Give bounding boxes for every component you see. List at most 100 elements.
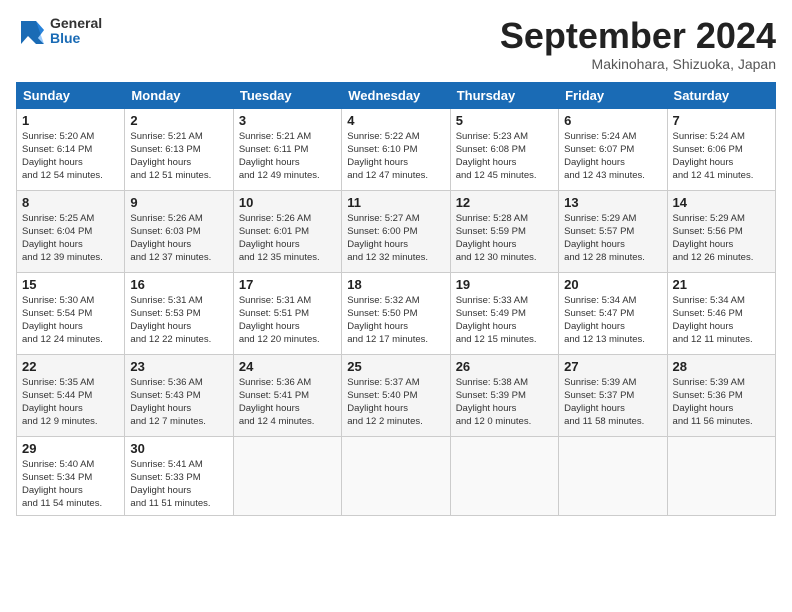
- col-thursday: Thursday: [450, 82, 558, 108]
- day-info: Sunrise: 5:31 AM Sunset: 5:53 PM Dayligh…: [130, 294, 227, 347]
- day-number: 12: [456, 195, 553, 210]
- calendar-cell: 20 Sunrise: 5:34 AM Sunset: 5:47 PM Dayl…: [559, 272, 667, 354]
- col-sunday: Sunday: [17, 82, 125, 108]
- calendar-cell: 24 Sunrise: 5:36 AM Sunset: 5:41 PM Dayl…: [233, 354, 341, 436]
- logo-general-text: General: [50, 16, 102, 31]
- calendar-cell: 10 Sunrise: 5:26 AM Sunset: 6:01 PM Dayl…: [233, 190, 341, 272]
- day-number: 2: [130, 113, 227, 128]
- day-number: 15: [22, 277, 119, 292]
- day-info: Sunrise: 5:32 AM Sunset: 5:50 PM Dayligh…: [347, 294, 444, 347]
- day-number: 23: [130, 359, 227, 374]
- week-row-3: 15 Sunrise: 5:30 AM Sunset: 5:54 PM Dayl…: [17, 272, 776, 354]
- day-number: 10: [239, 195, 336, 210]
- calendar-header: Sunday Monday Tuesday Wednesday Thursday…: [17, 82, 776, 108]
- calendar-cell: 18 Sunrise: 5:32 AM Sunset: 5:50 PM Dayl…: [342, 272, 450, 354]
- day-info: Sunrise: 5:21 AM Sunset: 6:11 PM Dayligh…: [239, 130, 336, 183]
- calendar-cell: 9 Sunrise: 5:26 AM Sunset: 6:03 PM Dayli…: [125, 190, 233, 272]
- calendar-cell: 12 Sunrise: 5:28 AM Sunset: 5:59 PM Dayl…: [450, 190, 558, 272]
- day-number: 5: [456, 113, 553, 128]
- calendar-cell: 4 Sunrise: 5:22 AM Sunset: 6:10 PM Dayli…: [342, 108, 450, 190]
- day-info: Sunrise: 5:29 AM Sunset: 5:56 PM Dayligh…: [673, 212, 770, 265]
- day-info: Sunrise: 5:24 AM Sunset: 6:07 PM Dayligh…: [564, 130, 661, 183]
- day-number: 29: [22, 441, 119, 456]
- day-number: 1: [22, 113, 119, 128]
- day-info: Sunrise: 5:39 AM Sunset: 5:37 PM Dayligh…: [564, 376, 661, 429]
- calendar-cell: [233, 436, 341, 515]
- day-info: Sunrise: 5:22 AM Sunset: 6:10 PM Dayligh…: [347, 130, 444, 183]
- calendar-cell: 2 Sunrise: 5:21 AM Sunset: 6:13 PM Dayli…: [125, 108, 233, 190]
- day-info: Sunrise: 5:33 AM Sunset: 5:49 PM Dayligh…: [456, 294, 553, 347]
- calendar-cell: 23 Sunrise: 5:36 AM Sunset: 5:43 PM Dayl…: [125, 354, 233, 436]
- day-number: 25: [347, 359, 444, 374]
- day-number: 14: [673, 195, 770, 210]
- day-number: 22: [22, 359, 119, 374]
- calendar-cell: [342, 436, 450, 515]
- week-row-5: 29 Sunrise: 5:40 AM Sunset: 5:34 PM Dayl…: [17, 436, 776, 515]
- day-info: Sunrise: 5:35 AM Sunset: 5:44 PM Dayligh…: [22, 376, 119, 429]
- logo-text: General Blue: [50, 16, 102, 47]
- day-info: Sunrise: 5:29 AM Sunset: 5:57 PM Dayligh…: [564, 212, 661, 265]
- title-block: September 2024 Makinohara, Shizuoka, Jap…: [500, 16, 776, 72]
- calendar-cell: 5 Sunrise: 5:23 AM Sunset: 6:08 PM Dayli…: [450, 108, 558, 190]
- day-number: 16: [130, 277, 227, 292]
- day-info: Sunrise: 5:36 AM Sunset: 5:41 PM Dayligh…: [239, 376, 336, 429]
- calendar-cell: 28 Sunrise: 5:39 AM Sunset: 5:36 PM Dayl…: [667, 354, 775, 436]
- calendar-cell: 29 Sunrise: 5:40 AM Sunset: 5:34 PM Dayl…: [17, 436, 125, 515]
- col-wednesday: Wednesday: [342, 82, 450, 108]
- calendar-cell: [667, 436, 775, 515]
- day-number: 9: [130, 195, 227, 210]
- day-info: Sunrise: 5:34 AM Sunset: 5:46 PM Dayligh…: [673, 294, 770, 347]
- day-info: Sunrise: 5:38 AM Sunset: 5:39 PM Dayligh…: [456, 376, 553, 429]
- day-info: Sunrise: 5:37 AM Sunset: 5:40 PM Dayligh…: [347, 376, 444, 429]
- day-info: Sunrise: 5:28 AM Sunset: 5:59 PM Dayligh…: [456, 212, 553, 265]
- calendar-cell: 26 Sunrise: 5:38 AM Sunset: 5:39 PM Dayl…: [450, 354, 558, 436]
- logo-icon: [16, 16, 46, 46]
- header: General Blue September 2024 Makinohara, …: [16, 16, 776, 72]
- day-info: Sunrise: 5:24 AM Sunset: 6:06 PM Dayligh…: [673, 130, 770, 183]
- calendar-cell: 11 Sunrise: 5:27 AM Sunset: 6:00 PM Dayl…: [342, 190, 450, 272]
- logo: General Blue: [16, 16, 102, 47]
- day-number: 8: [22, 195, 119, 210]
- location: Makinohara, Shizuoka, Japan: [500, 56, 776, 72]
- calendar-cell: 14 Sunrise: 5:29 AM Sunset: 5:56 PM Dayl…: [667, 190, 775, 272]
- col-friday: Friday: [559, 82, 667, 108]
- col-saturday: Saturday: [667, 82, 775, 108]
- calendar-cell: [450, 436, 558, 515]
- calendar-cell: 21 Sunrise: 5:34 AM Sunset: 5:46 PM Dayl…: [667, 272, 775, 354]
- day-info: Sunrise: 5:40 AM Sunset: 5:34 PM Dayligh…: [22, 458, 119, 511]
- day-info: Sunrise: 5:30 AM Sunset: 5:54 PM Dayligh…: [22, 294, 119, 347]
- day-info: Sunrise: 5:25 AM Sunset: 6:04 PM Dayligh…: [22, 212, 119, 265]
- page: General Blue September 2024 Makinohara, …: [0, 0, 792, 612]
- day-number: 26: [456, 359, 553, 374]
- day-number: 11: [347, 195, 444, 210]
- calendar-cell: 19 Sunrise: 5:33 AM Sunset: 5:49 PM Dayl…: [450, 272, 558, 354]
- calendar-cell: 16 Sunrise: 5:31 AM Sunset: 5:53 PM Dayl…: [125, 272, 233, 354]
- day-info: Sunrise: 5:34 AM Sunset: 5:47 PM Dayligh…: [564, 294, 661, 347]
- day-info: Sunrise: 5:26 AM Sunset: 6:01 PM Dayligh…: [239, 212, 336, 265]
- col-monday: Monday: [125, 82, 233, 108]
- day-number: 27: [564, 359, 661, 374]
- day-info: Sunrise: 5:26 AM Sunset: 6:03 PM Dayligh…: [130, 212, 227, 265]
- day-number: 28: [673, 359, 770, 374]
- day-number: 30: [130, 441, 227, 456]
- calendar-cell: 3 Sunrise: 5:21 AM Sunset: 6:11 PM Dayli…: [233, 108, 341, 190]
- day-info: Sunrise: 5:41 AM Sunset: 5:33 PM Dayligh…: [130, 458, 227, 511]
- col-tuesday: Tuesday: [233, 82, 341, 108]
- calendar-cell: 1 Sunrise: 5:20 AM Sunset: 6:14 PM Dayli…: [17, 108, 125, 190]
- header-row: Sunday Monday Tuesday Wednesday Thursday…: [17, 82, 776, 108]
- calendar-cell: 6 Sunrise: 5:24 AM Sunset: 6:07 PM Dayli…: [559, 108, 667, 190]
- day-number: 24: [239, 359, 336, 374]
- day-info: Sunrise: 5:27 AM Sunset: 6:00 PM Dayligh…: [347, 212, 444, 265]
- week-row-4: 22 Sunrise: 5:35 AM Sunset: 5:44 PM Dayl…: [17, 354, 776, 436]
- calendar-cell: 30 Sunrise: 5:41 AM Sunset: 5:33 PM Dayl…: [125, 436, 233, 515]
- day-info: Sunrise: 5:36 AM Sunset: 5:43 PM Dayligh…: [130, 376, 227, 429]
- calendar-body: 1 Sunrise: 5:20 AM Sunset: 6:14 PM Dayli…: [17, 108, 776, 515]
- day-number: 6: [564, 113, 661, 128]
- day-info: Sunrise: 5:20 AM Sunset: 6:14 PM Dayligh…: [22, 130, 119, 183]
- calendar-cell: 7 Sunrise: 5:24 AM Sunset: 6:06 PM Dayli…: [667, 108, 775, 190]
- month-title: September 2024: [500, 16, 776, 56]
- calendar-cell: 13 Sunrise: 5:29 AM Sunset: 5:57 PM Dayl…: [559, 190, 667, 272]
- calendar-cell: 27 Sunrise: 5:39 AM Sunset: 5:37 PM Dayl…: [559, 354, 667, 436]
- calendar-table: Sunday Monday Tuesday Wednesday Thursday…: [16, 82, 776, 516]
- calendar-cell: 17 Sunrise: 5:31 AM Sunset: 5:51 PM Dayl…: [233, 272, 341, 354]
